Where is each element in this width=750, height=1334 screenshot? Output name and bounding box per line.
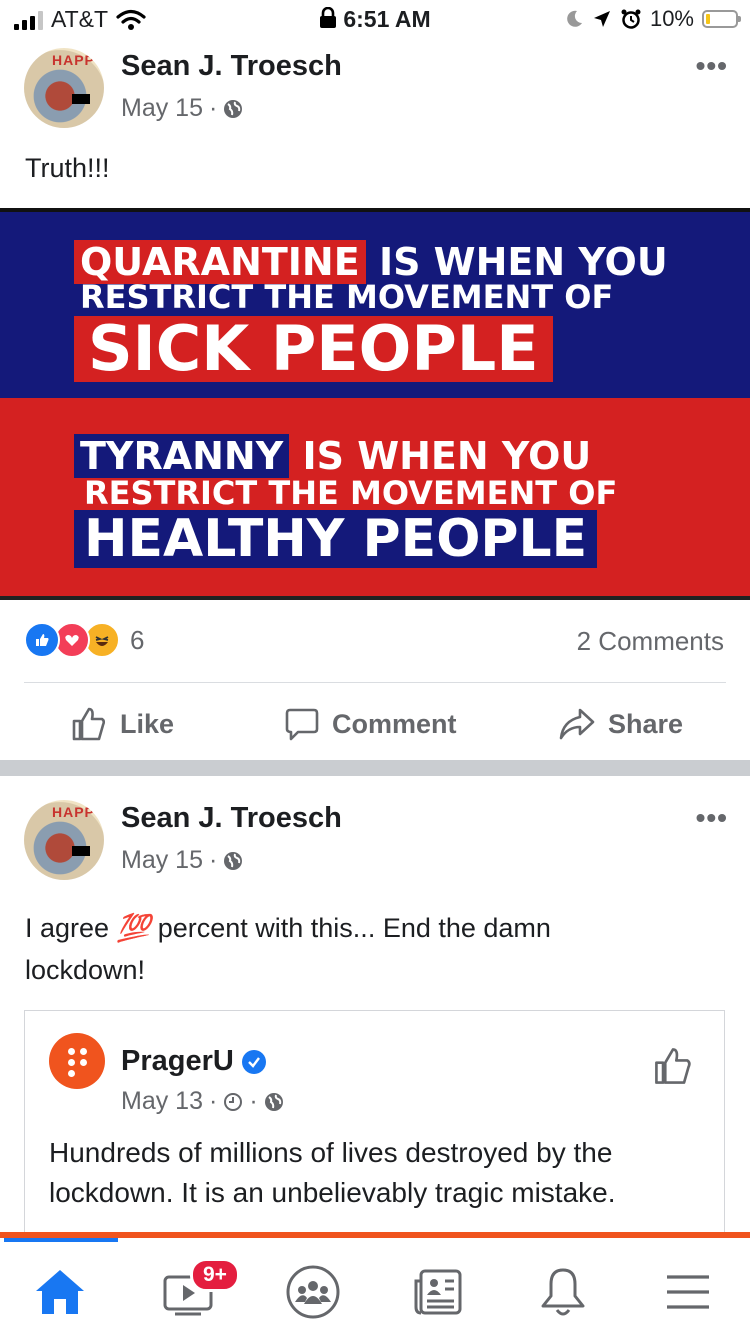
like-page-icon[interactable] xyxy=(652,1045,694,1087)
post-header: HAPPY Sean J. Troesch May 15 · ••• xyxy=(0,48,750,148)
post-text-end: percent with this... End the damn xyxy=(157,913,551,943)
share-icon xyxy=(559,708,595,740)
reaction-count: 6 xyxy=(130,624,145,655)
post-text-line2: lockdown! xyxy=(25,955,146,985)
meta-separator: · xyxy=(249,1087,258,1115)
battery-icon xyxy=(702,10,741,28)
news-icon xyxy=(414,1269,462,1315)
thumbs-up-icon xyxy=(72,707,106,741)
shared-post-card[interactable]: PragerU May 13 · · Hundreds of millions … xyxy=(24,1010,725,1250)
globe-icon xyxy=(264,1092,283,1111)
bell-icon xyxy=(541,1268,585,1316)
meta-separator: · xyxy=(208,846,218,874)
lock-icon xyxy=(320,6,337,28)
battery-percent: 10% xyxy=(649,6,694,31)
verified-badge-icon xyxy=(241,1049,266,1074)
meme-bottom-line2: RESTRICT THE MOVEMENT OF xyxy=(84,474,618,512)
menu-icon xyxy=(667,1275,709,1309)
like-button[interactable]: Like xyxy=(70,694,174,754)
comment-button[interactable]: Comment xyxy=(284,694,457,754)
post-image[interactable]: QUARANTINE IS WHEN YOU RESTRICT THE MOVE… xyxy=(0,208,750,600)
like-label: Like xyxy=(120,708,175,739)
comments-count[interactable]: 2 Comments xyxy=(577,626,724,657)
clock-time: 6:51 AM xyxy=(343,6,431,32)
post-meta: May 15 · xyxy=(121,846,243,875)
post-date[interactable]: May 15 xyxy=(121,846,203,875)
shared-post-text: Hundreds of millions of lives destroyed … xyxy=(49,1137,616,1208)
groups-tab[interactable] xyxy=(283,1264,343,1320)
bottom-tab-bar: 9+ xyxy=(0,1232,750,1334)
comment-icon xyxy=(285,708,319,741)
location-icon xyxy=(593,11,610,27)
reactions-summary[interactable]: 6 xyxy=(24,622,144,658)
notifications-tab[interactable] xyxy=(533,1264,593,1320)
hundred-emoji: 💯 xyxy=(116,913,151,943)
video-badge: 9+ xyxy=(190,1258,240,1292)
prageru-logo[interactable] xyxy=(49,1033,105,1089)
status-right: 10% xyxy=(564,6,741,32)
groups-icon xyxy=(286,1265,340,1319)
active-tab-indicator xyxy=(4,1238,118,1242)
menu-tab[interactable] xyxy=(658,1264,718,1320)
post-header: HAPPY Sean J. Troesch May 15 · ••• xyxy=(0,800,750,900)
meme-tyranny: TYRANNY xyxy=(74,434,290,478)
home-icon xyxy=(36,1270,84,1314)
post-text-start: I agree xyxy=(25,913,110,943)
meta-separator: · xyxy=(208,1087,218,1115)
meta-separator: · xyxy=(208,94,218,122)
shared-post-meta: May 13 · · xyxy=(121,1087,284,1116)
shared-post-date[interactable]: May 13 xyxy=(121,1087,203,1116)
post-date[interactable]: May 15 xyxy=(121,94,203,123)
share-button[interactable]: Share xyxy=(558,694,683,754)
alarm-icon xyxy=(621,9,641,29)
post-text: I agree 💯 percent with this... End the d… xyxy=(25,907,725,991)
divider xyxy=(24,682,726,683)
avatar[interactable]: HAPPY xyxy=(24,800,104,880)
globe-icon xyxy=(224,851,243,870)
meme-healthy-people: HEALTHY PEOPLE xyxy=(74,510,598,568)
post-actions: Like Comment Share xyxy=(0,694,750,754)
author-name[interactable]: Sean J. Troesch xyxy=(121,50,342,83)
home-tab[interactable] xyxy=(30,1264,90,1320)
post-meta: May 15 · xyxy=(121,94,243,123)
meme-bottom-panel: TYRANNY IS WHEN YOU RESTRICT THE MOVEMEN… xyxy=(0,398,750,600)
meme-sick-people: SICK PEOPLE xyxy=(74,316,553,382)
like-reaction-icon xyxy=(24,622,60,658)
more-options-icon[interactable]: ••• xyxy=(696,50,728,82)
shared-page-name[interactable]: PragerU xyxy=(121,1045,234,1078)
clock-icon xyxy=(224,1092,243,1111)
meme-top-panel: QUARANTINE IS WHEN YOU RESTRICT THE MOVE… xyxy=(0,208,750,398)
status-bar: AT&T 6:51 AM 10% xyxy=(0,0,750,40)
post-text: Truth!!! xyxy=(25,153,110,183)
moon-icon xyxy=(567,10,582,27)
meme-top-line2: RESTRICT THE MOVEMENT OF xyxy=(80,278,614,316)
globe-icon xyxy=(224,99,243,118)
author-name[interactable]: Sean J. Troesch xyxy=(121,802,342,835)
news-tab[interactable] xyxy=(408,1264,468,1320)
avatar[interactable]: HAPPY xyxy=(24,48,104,128)
post-separator xyxy=(0,760,750,776)
meme-bottom-line1: IS WHEN YOU xyxy=(302,434,592,478)
share-label: Share xyxy=(608,708,684,739)
comment-label: Comment xyxy=(332,708,457,739)
more-options-icon[interactable]: ••• xyxy=(696,802,728,834)
shared-page-name-row: PragerU xyxy=(121,1045,266,1078)
